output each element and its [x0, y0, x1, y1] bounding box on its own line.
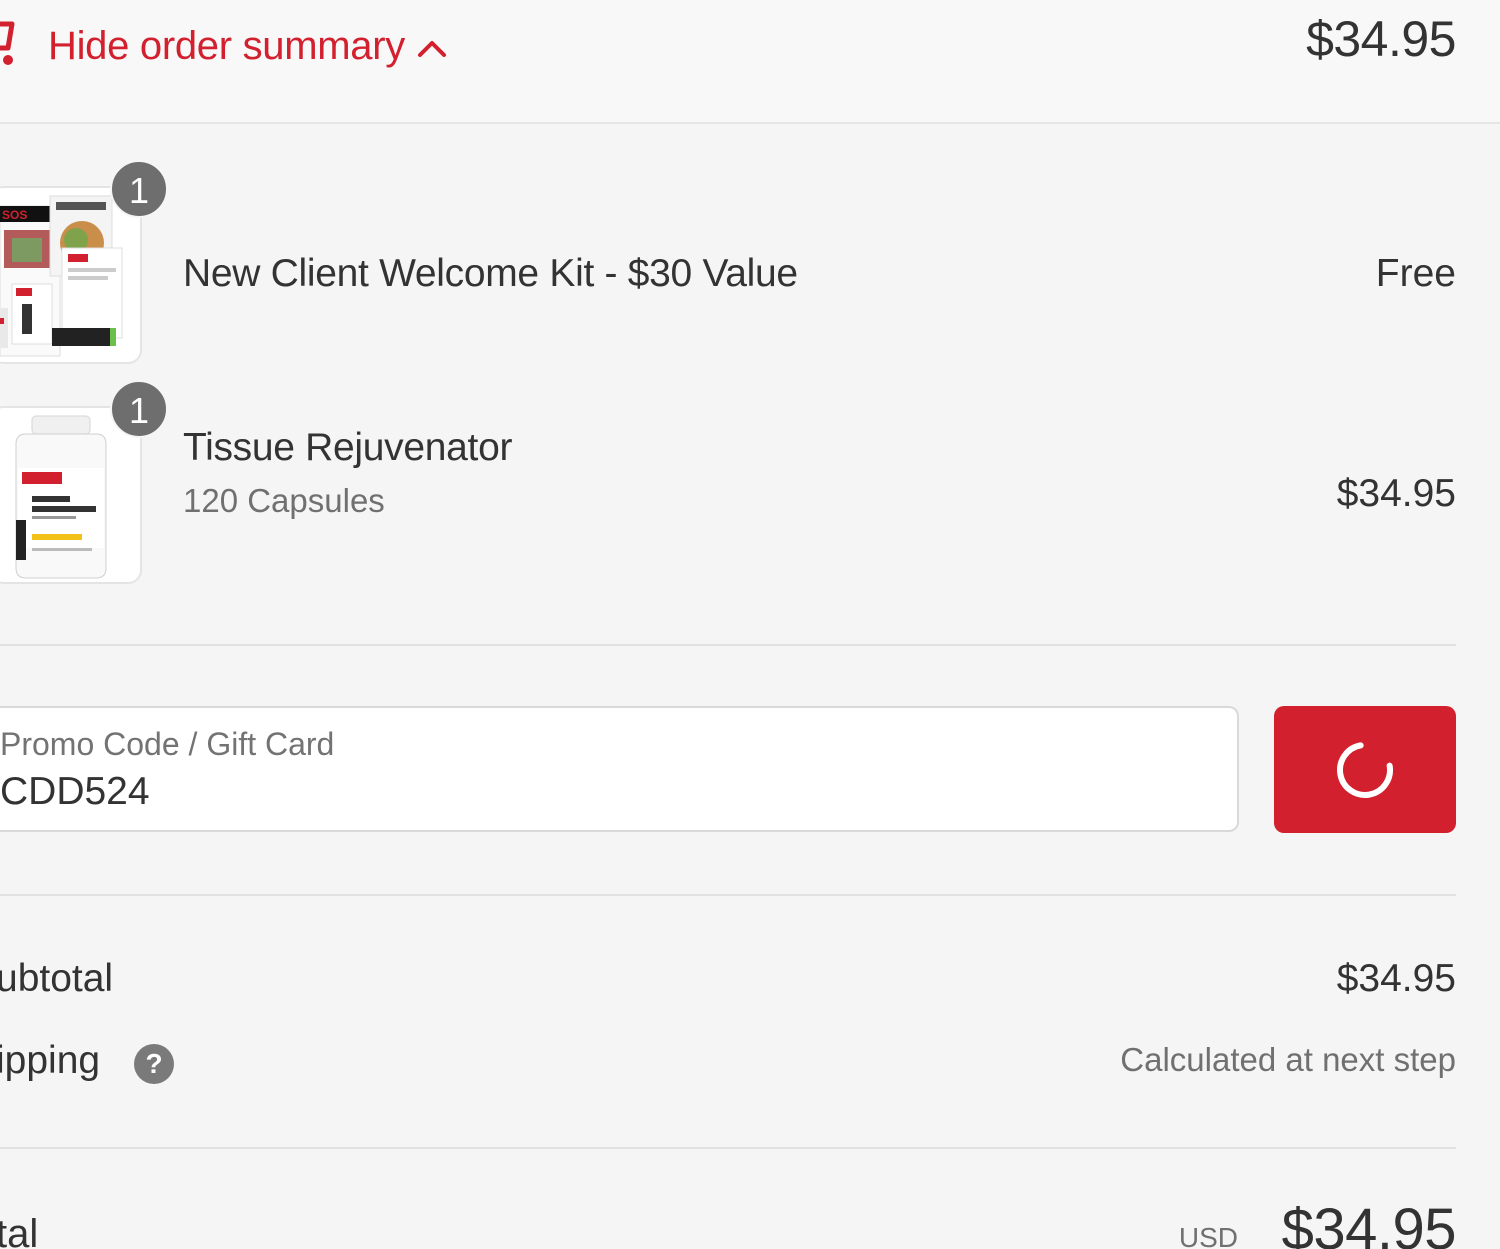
item-name: New Client Welcome Kit - $30 Value — [183, 252, 798, 295]
supplement-bottle-image — [0, 408, 140, 582]
total-label: tal — [0, 1212, 39, 1249]
line-item: SOS 1 New Client Welcome Kit - $30 Value… — [0, 160, 1500, 370]
item-price: $34.95 — [1336, 472, 1456, 515]
divider — [0, 1147, 1456, 1149]
toggle-label[interactable]: Hide order summary — [48, 24, 405, 69]
product-thumbnail: SOS — [0, 186, 142, 364]
shopping-cart-icon[interactable] — [0, 18, 22, 68]
promo-code-input[interactable] — [0, 770, 1180, 814]
promo-code-field[interactable]: Promo Code / Gift Card — [0, 706, 1239, 832]
divider — [0, 644, 1456, 646]
chevron-up-icon[interactable] — [417, 38, 447, 58]
item-name: Tissue Rejuvenator — [183, 426, 513, 469]
grand-total: $34.95 — [1281, 1197, 1457, 1249]
subtotal-value: $34.95 — [1336, 957, 1456, 1000]
item-variant: 120 Capsules — [183, 482, 385, 519]
order-summary-header: Hide order summary $34.95 — [0, 0, 1500, 124]
shipping-label: ipping — [0, 1039, 101, 1082]
welcome-kit-image: SOS — [0, 188, 140, 362]
order-summary-page: Hide order summary $34.95 SOS 1 New Clie… — [0, 0, 1500, 1249]
promo-code-label: Promo Code / Gift Card — [0, 726, 335, 762]
currency-code: USD — [1178, 1222, 1238, 1249]
header-total-price: $34.95 — [1306, 11, 1456, 67]
quantity-badge: 1 — [110, 380, 168, 438]
item-price: Free — [1375, 252, 1456, 295]
subtotal-label: ubtotal — [0, 957, 114, 1000]
question-circle-icon[interactable]: ? — [134, 1044, 174, 1084]
divider — [0, 894, 1456, 896]
apply-promo-button[interactable] — [1274, 706, 1456, 833]
line-item: 1 Tissue Rejuvenator 120 Capsules $34.95 — [0, 380, 1500, 590]
svg-text:SOS: SOS — [2, 208, 27, 222]
quantity-badge: 1 — [110, 160, 168, 218]
loading-spinner-icon — [1337, 741, 1393, 798]
shipping-value: Calculated at next step — [1120, 1041, 1456, 1078]
product-thumbnail — [0, 406, 142, 584]
hide-order-summary-toggle[interactable]: Hide order summary — [48, 18, 447, 74]
